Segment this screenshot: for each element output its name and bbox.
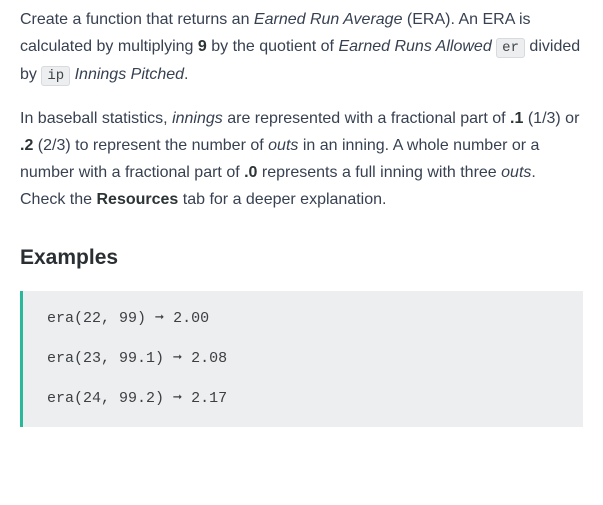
- text: represents a full inning with three: [257, 164, 501, 181]
- examples-heading: Examples: [20, 240, 583, 276]
- value-point-zero: .0: [244, 164, 257, 181]
- text: are represented with a fractional part o…: [223, 110, 510, 127]
- text: In baseball statistics,: [20, 110, 172, 127]
- arrow-icon: ➞: [155, 310, 164, 327]
- text: tab for a deeper explanation.: [178, 191, 386, 208]
- code-result: 2.17: [191, 390, 227, 407]
- term-earned-runs-allowed: Earned Runs Allowed: [338, 38, 491, 55]
- text: (2/3) to represent the number of: [33, 137, 268, 154]
- code-call: era(23, 99.1): [47, 350, 164, 367]
- code-er: er: [496, 38, 525, 58]
- text: (1/3) or: [523, 110, 579, 127]
- paragraph-intro: Create a function that returns an Earned…: [20, 6, 583, 89]
- number-nine: 9: [198, 38, 207, 55]
- code-row: era(23, 99.1) ➞ 2.08: [47, 347, 565, 371]
- code-call: era(24, 99.2): [47, 390, 164, 407]
- code-block: era(22, 99) ➞ 2.00era(23, 99.1) ➞ 2.08er…: [20, 291, 583, 427]
- value-point-two: .2: [20, 137, 33, 154]
- arrow-icon: ➞: [173, 350, 182, 367]
- code-row: era(24, 99.2) ➞ 2.17: [47, 387, 565, 411]
- code-ip: ip: [41, 66, 70, 86]
- paragraph-details: In baseball statistics, innings are repr…: [20, 105, 583, 214]
- term-innings: innings: [172, 110, 223, 127]
- text: Create a function that returns an: [20, 11, 254, 28]
- content-area: Create a function that returns an Earned…: [0, 0, 603, 447]
- code-result: 2.00: [173, 310, 209, 327]
- code-row: era(22, 99) ➞ 2.00: [47, 307, 565, 331]
- text: by the quotient of: [207, 38, 339, 55]
- term-outs-2: outs: [501, 164, 531, 181]
- code-call: era(22, 99): [47, 310, 146, 327]
- resources-label: Resources: [96, 191, 178, 208]
- term-era: Earned Run Average: [254, 11, 403, 28]
- arrow-icon: ➞: [173, 390, 182, 407]
- text: .: [184, 66, 188, 83]
- value-point-one: .1: [510, 110, 523, 127]
- term-innings-pitched: Innings Pitched: [75, 66, 184, 83]
- code-result: 2.08: [191, 350, 227, 367]
- term-outs: outs: [268, 137, 298, 154]
